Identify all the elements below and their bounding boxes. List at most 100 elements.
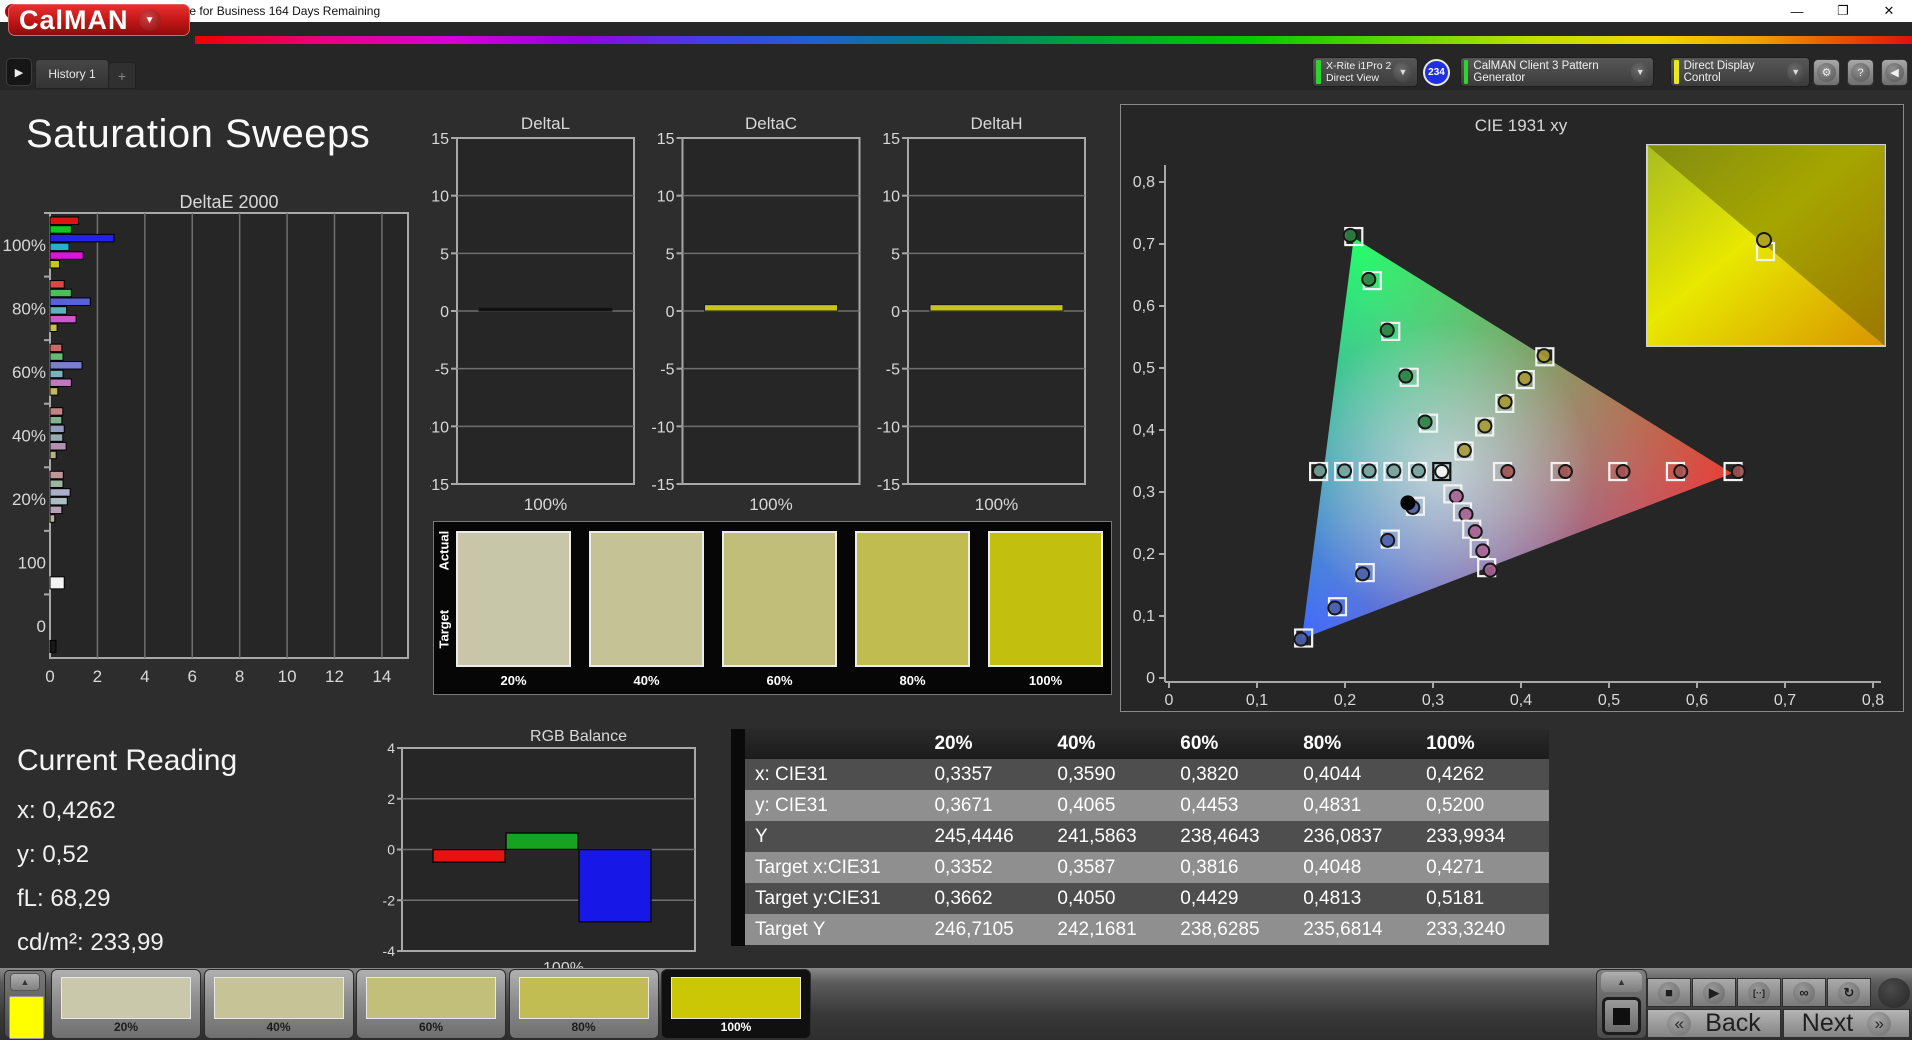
cie-measured-dot	[1412, 464, 1425, 477]
svg-text:-10: -10	[430, 419, 449, 436]
table-row: Target Y246,7105242,1681238,6285235,6814…	[745, 914, 1549, 945]
deltae-bar	[50, 577, 64, 589]
swatch-label: 100%	[988, 673, 1103, 688]
cie-1931-chart: CIE 1931 xy00,10,20,30,40,50,60,70,800,1…	[1120, 104, 1904, 712]
help-button[interactable]: ?	[1847, 59, 1874, 86]
cie-measured-dot	[1362, 273, 1375, 286]
svg-text:2: 2	[387, 791, 395, 807]
svg-text:0: 0	[1165, 692, 1174, 709]
swatch-label: 80%	[855, 673, 970, 688]
col-header: 40%	[1057, 733, 1180, 755]
refresh-button[interactable]: ↻	[1827, 978, 1871, 1007]
svg-text:DeltaE 2000: DeltaE 2000	[179, 192, 278, 212]
stop-button[interactable]: ■	[1647, 978, 1691, 1007]
deltae-bar	[50, 370, 63, 378]
collapse-button[interactable]: ◀	[1881, 59, 1908, 86]
settings-button[interactable]: ⚙	[1813, 59, 1840, 86]
transport-up-button[interactable]: ▲	[1601, 972, 1642, 992]
tab-scroll-button[interactable]: ▶	[6, 58, 32, 86]
cell-value: 0,4813	[1303, 888, 1426, 910]
cie-measured-dot	[1295, 633, 1308, 646]
play-button[interactable]: ▶	[1692, 978, 1736, 1007]
cell-value: 245,4446	[934, 826, 1057, 848]
svg-text:100%: 100%	[749, 495, 792, 513]
svg-text:8: 8	[235, 667, 244, 686]
help-icon: ?	[1851, 63, 1870, 82]
svg-text:0,1: 0,1	[1246, 692, 1268, 709]
pattern-button-60%[interactable]: 60%	[356, 969, 506, 1039]
svg-text:20%: 20%	[12, 490, 46, 509]
svg-text:0,6: 0,6	[1686, 692, 1708, 709]
svg-text:5: 5	[440, 246, 449, 263]
chevron-down-icon: ▼	[1631, 62, 1649, 82]
svg-text:0: 0	[387, 842, 395, 858]
deltae-bar	[50, 388, 58, 396]
pattern-window-button[interactable]	[1602, 997, 1641, 1035]
svg-text:0: 0	[37, 617, 46, 636]
cie-measured-dot	[1450, 490, 1463, 503]
delta-lch-svg: DeltaL151050-5-10-15100%DeltaC151050-5-1…	[430, 113, 1100, 513]
cie-measured-dot	[1344, 229, 1357, 242]
deltae-bar	[50, 416, 62, 424]
cie-measured-dot	[1460, 508, 1473, 521]
deltae-bar	[50, 281, 64, 289]
svg-text:4: 4	[140, 667, 149, 686]
source-dropdown[interactable]: CalMAN Client 3 Pattern Generator ▼	[1460, 57, 1654, 87]
cie-measured-dot	[1458, 444, 1471, 457]
cie-measured-dot	[1499, 395, 1512, 408]
swatch-label: 40%	[589, 673, 704, 688]
svg-text:-10: -10	[651, 419, 674, 436]
cie-measured-dot	[1617, 465, 1630, 478]
deltae-bar	[50, 451, 56, 459]
collapse-left-icon: ◀	[1885, 63, 1904, 82]
pattern-label: 100%	[662, 1020, 810, 1034]
cell-value: 233,9934	[1426, 826, 1549, 848]
row-label: x: CIE31	[745, 764, 934, 786]
cell-value: 0,4271	[1426, 857, 1549, 879]
pattern-label: 80%	[510, 1020, 658, 1034]
pattern-button-80%[interactable]: 80%	[509, 969, 659, 1039]
pattern-button-20%[interactable]: 20%	[51, 969, 201, 1039]
deltae-bar	[50, 307, 67, 315]
cell-value: 0,5181	[1426, 888, 1549, 910]
svg-text:0,5: 0,5	[1598, 692, 1620, 709]
swatch-40%	[589, 531, 704, 667]
cie-svg: CIE 1931 xy00,10,20,30,40,50,60,70,800,1…	[1121, 105, 1903, 711]
add-tab-button[interactable]: +	[108, 62, 136, 89]
table-row: x: CIE310,33570,35900,38200,40440,4262	[745, 759, 1549, 790]
deltae-bar	[50, 408, 63, 416]
svg-text:0,3: 0,3	[1422, 692, 1444, 709]
restore-button[interactable]: ❐	[1820, 0, 1866, 22]
svg-text:-5: -5	[435, 362, 449, 379]
svg-text:10: 10	[431, 189, 449, 206]
close-button[interactable]: ✕	[1866, 0, 1912, 22]
back-button[interactable]: « Back	[1647, 1009, 1781, 1038]
cell-value: 0,3357	[934, 764, 1057, 786]
display-control-dropdown[interactable]: Direct Display Control ▼	[1670, 57, 1810, 87]
pattern-button-40%[interactable]: 40%	[204, 969, 354, 1039]
deltae-bar	[50, 434, 63, 442]
meter-dropdown[interactable]: X-Rite i1Pro 2 Direct View ▼	[1312, 57, 1418, 87]
calman-menu-button[interactable]: CalMAN ▼	[8, 4, 190, 36]
row-label: Target Y	[745, 919, 934, 941]
table-left-strip	[731, 729, 745, 946]
cie-black-dot	[1400, 495, 1415, 510]
continuous-button[interactable]: ∞	[1782, 978, 1826, 1007]
step-button[interactable]: [··]	[1737, 978, 1781, 1007]
deltae-bar	[50, 344, 62, 352]
meter-count-badge: 234	[1423, 59, 1450, 86]
table-header-row: 20%40%60%80%100%	[745, 729, 1549, 759]
pattern-button-100%[interactable]: 100%	[661, 969, 811, 1039]
cell-value: 0,5200	[1426, 795, 1549, 817]
tab-history-1[interactable]: History 1	[35, 59, 109, 89]
source-status-bar	[1464, 60, 1468, 84]
svg-text:5: 5	[666, 246, 675, 263]
next-button[interactable]: Next »	[1783, 1009, 1910, 1038]
cell-value: 0,3662	[934, 888, 1057, 910]
minimize-button[interactable]: —	[1774, 0, 1820, 22]
svg-text:6: 6	[188, 667, 197, 686]
cell-value: 0,4050	[1057, 888, 1180, 910]
deltae-bar	[50, 515, 55, 523]
svg-text:4: 4	[387, 740, 395, 756]
expand-up-button[interactable]: ▲	[10, 973, 40, 991]
